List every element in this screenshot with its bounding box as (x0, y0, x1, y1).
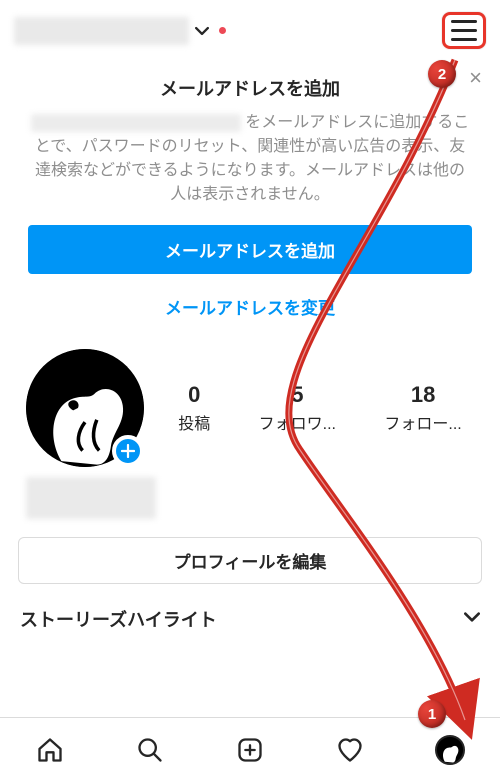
stat-label: フォロー... (384, 410, 461, 434)
stat-label: 投稿 (178, 410, 210, 434)
add-story-badge[interactable] (112, 435, 144, 467)
home-tab[interactable] (35, 735, 65, 765)
create-tab[interactable] (235, 735, 265, 765)
notification-dot-icon (219, 27, 226, 34)
avatar-wrap[interactable] (26, 349, 144, 467)
profile-tab[interactable] (435, 735, 465, 765)
stat-count: 5 (259, 382, 336, 408)
chevron-down-icon (464, 609, 480, 630)
username-switcher[interactable] (14, 17, 226, 45)
stat-label: フォロワ... (259, 410, 336, 434)
stat-count: 18 (384, 382, 461, 408)
stat-posts[interactable]: 0 投稿 (178, 382, 210, 434)
promo-body: をメールアドレスに追加することで、パスワードのリセット、関連性が高い広告の表示、… (28, 111, 472, 207)
display-name-redacted (26, 477, 156, 519)
activity-tab[interactable] (335, 735, 365, 765)
change-email-link[interactable]: メールアドレスを変更 (28, 294, 472, 319)
display-name (26, 477, 486, 519)
add-email-button[interactable]: メールアドレスを追加 (28, 225, 472, 274)
promo-title: メールアドレスを追加 (28, 75, 472, 101)
edit-profile-button[interactable]: プロフィールを編集 (18, 537, 482, 584)
menu-button[interactable] (451, 20, 477, 41)
stat-followers[interactable]: 5 フォロワ... (259, 382, 336, 434)
close-icon[interactable]: × (469, 67, 482, 89)
profile-header (0, 0, 500, 59)
search-tab[interactable] (135, 735, 165, 765)
email-promo-card: × メールアドレスを追加 をメールアドレスに追加することで、パスワードのリセット… (0, 59, 500, 339)
stats-row: 0 投稿 5 フォロワ... 18 フォロー... (154, 382, 486, 434)
marker-label: 1 (428, 706, 436, 723)
story-highlights-header[interactable]: ストーリーズハイライト (0, 584, 500, 646)
stat-count: 0 (178, 382, 210, 408)
annotation-marker-2: 2 (428, 60, 456, 88)
stat-following[interactable]: 18 フォロー... (384, 382, 461, 434)
annotation-marker-1: 1 (418, 700, 446, 728)
marker-label: 2 (438, 66, 446, 83)
chevron-down-icon (195, 24, 209, 38)
username-redacted (14, 17, 189, 45)
highlights-title: ストーリーズハイライト (20, 606, 217, 632)
menu-button-highlight (442, 12, 486, 49)
email-redacted (31, 114, 241, 132)
profile-row: 0 投稿 5 フォロワ... 18 フォロー... (0, 339, 500, 467)
